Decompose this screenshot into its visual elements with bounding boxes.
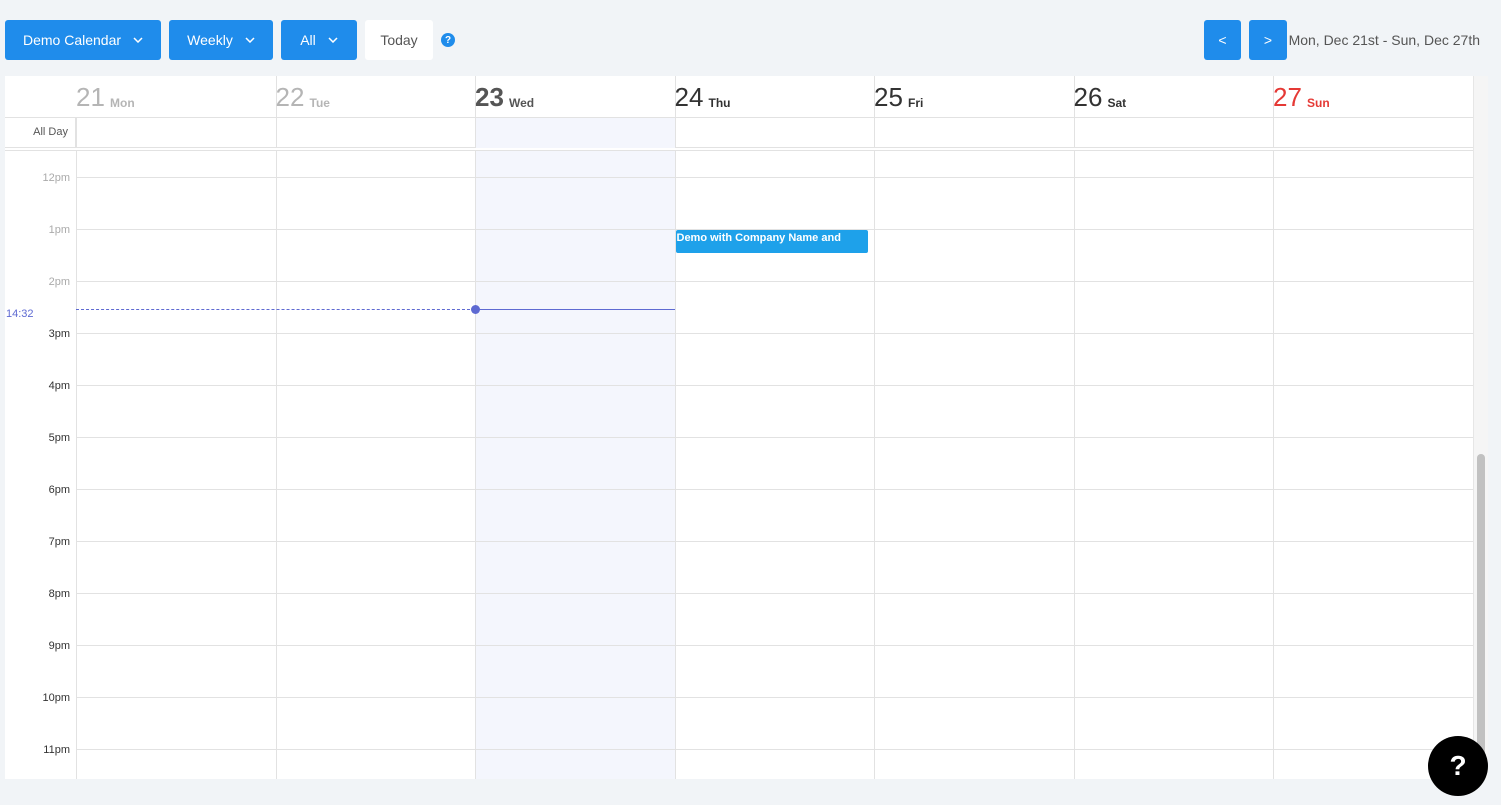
day-of-week: Fri xyxy=(908,96,924,110)
day-of-week: Sun xyxy=(1307,96,1330,110)
day-number: 23 xyxy=(475,82,504,112)
hour-label: 10pm xyxy=(42,692,70,704)
hour-line xyxy=(76,385,1473,386)
day-header-thu[interactable]: 24 Thu xyxy=(675,76,875,118)
filter-select-button[interactable]: All xyxy=(281,20,357,60)
day-header-mon[interactable]: 21 Mon xyxy=(76,76,276,118)
hour-line xyxy=(76,593,1473,594)
toolbar: Demo Calendar Weekly All Today ? < > Mon… xyxy=(0,0,1501,76)
column-divider xyxy=(1273,151,1274,779)
all-day-label: All Day xyxy=(5,118,76,148)
hour-line xyxy=(76,281,1473,282)
hour-line xyxy=(76,645,1473,646)
column-divider xyxy=(1273,118,1274,148)
hour-label: 3pm xyxy=(48,328,70,340)
day-of-week: Tue xyxy=(309,96,330,110)
current-time-line xyxy=(475,308,675,310)
column-divider xyxy=(1073,151,1075,779)
day-number: 25 xyxy=(874,82,903,112)
hour-label: 1pm xyxy=(48,224,70,236)
next-week-button[interactable]: > xyxy=(1249,20,1287,60)
calendar-select-label: Demo Calendar xyxy=(22,32,122,48)
hour-label: 11pm xyxy=(43,744,70,756)
view-select-button[interactable]: Weekly xyxy=(169,20,273,60)
column-divider xyxy=(275,118,277,148)
day-header-wed[interactable]: 23 Wed xyxy=(475,76,675,118)
day-number: 22 xyxy=(275,82,305,112)
column-divider xyxy=(275,151,277,779)
day-of-week: Mon xyxy=(110,96,135,110)
hour-label: 9pm xyxy=(48,640,70,652)
hour-line xyxy=(76,177,1473,178)
day-number: 21 xyxy=(76,82,105,112)
hour-label: 4pm xyxy=(48,380,70,392)
hour-label: 12pm xyxy=(42,172,70,184)
column-divider xyxy=(475,151,476,779)
day-header-sat[interactable]: 26 Sat xyxy=(1074,76,1274,118)
hour-line xyxy=(76,333,1473,334)
day-header-fri[interactable]: 25 Fri xyxy=(874,76,1074,118)
hour-label: 5pm xyxy=(48,432,70,444)
day-header-sun[interactable]: 27 Sun xyxy=(1273,76,1473,118)
column-divider xyxy=(874,118,875,148)
day-number: 27 xyxy=(1273,82,1302,112)
hour-label: 6pm xyxy=(48,484,70,496)
help-chat-button[interactable]: ? xyxy=(1428,736,1488,796)
hour-label: 8pm xyxy=(48,588,70,600)
today-column-highlight xyxy=(476,151,675,779)
prev-week-button[interactable]: < xyxy=(1204,20,1241,60)
chevron-down-icon xyxy=(133,37,143,43)
day-header-tue[interactable]: 22 Tue xyxy=(276,76,476,118)
column-divider xyxy=(1073,118,1075,148)
day-number: 24 xyxy=(674,82,704,112)
calendar-event[interactable]: Demo with Company Name and xyxy=(675,230,868,253)
column-divider xyxy=(76,151,77,779)
date-range-label: Mon, Dec 21st - Sun, Dec 27th xyxy=(1288,32,1480,48)
column-divider xyxy=(475,118,476,148)
view-select-label: Weekly xyxy=(187,32,233,48)
hour-line xyxy=(76,437,1473,438)
scrollbar-thumb[interactable] xyxy=(1477,454,1485,774)
hour-line xyxy=(76,541,1473,542)
today-button[interactable]: Today xyxy=(365,20,433,60)
column-divider xyxy=(674,118,676,148)
day-number: 26 xyxy=(1073,82,1103,112)
hour-label: 7pm xyxy=(48,536,70,548)
all-day-row: All Day xyxy=(5,118,1474,148)
today-column-highlight xyxy=(476,118,675,148)
current-time-dashed-line xyxy=(76,308,475,310)
day-of-week: Thu xyxy=(708,96,731,110)
day-of-week: Sat xyxy=(1107,96,1127,110)
hour-line xyxy=(76,749,1473,750)
column-divider xyxy=(874,151,875,779)
day-of-week: Wed xyxy=(509,96,535,110)
current-time-label: 14:32 xyxy=(6,307,34,320)
help-icon[interactable]: ? xyxy=(441,33,455,47)
time-grid[interactable]: 12pm 1pm 2pm 3pm 4pm 5pm 6pm 7pm 8pm 9pm 10pm 11pm 1… xyxy=(5,150,1474,779)
hour-label: 2pm xyxy=(48,276,70,288)
current-time-dot xyxy=(471,304,480,314)
hour-line xyxy=(76,489,1473,490)
chevron-down-icon xyxy=(245,37,255,43)
column-divider xyxy=(76,118,77,148)
filter-select-label: All xyxy=(300,32,316,48)
calendar-select-button[interactable]: Demo Calendar xyxy=(5,20,161,60)
day-header-row: 21 Mon 22 Tue 23 Wed 24 Thu 25 Fri 26 Sat 27 Sun xyxy=(5,76,1474,118)
hour-line xyxy=(76,697,1473,698)
scrollbar[interactable] xyxy=(1473,76,1488,779)
chevron-down-icon xyxy=(328,37,338,43)
calendar-grid: 21 Mon 22 Tue 23 Wed 24 Thu 25 Fri 26 Sat 27 Sun All … xyxy=(5,76,1488,779)
